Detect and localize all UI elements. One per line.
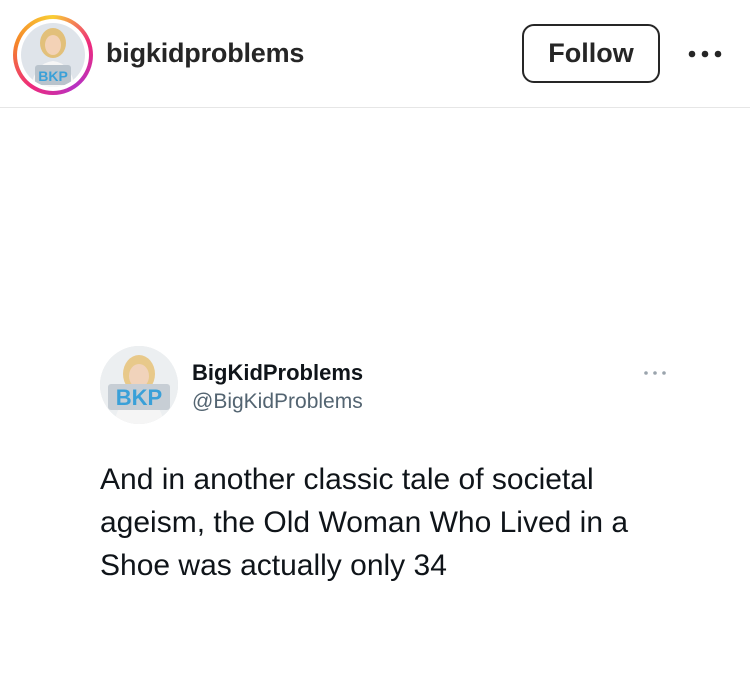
more-options-button[interactable] [685, 34, 725, 74]
tweet-avatar-illustration: BKP [100, 346, 178, 424]
tweet-more-icon [643, 363, 667, 377]
avatar-logo-text: BKP [38, 68, 68, 84]
tweet-text: And in another classic tale of societal … [100, 463, 629, 582]
story-ring[interactable]: BKP [13, 15, 93, 95]
avatar-illustration: BKP [21, 23, 85, 87]
follow-button[interactable]: Follow [522, 24, 660, 83]
more-horizontal-icon [644, 371, 666, 375]
post-header: BKP bigkidproblems Follow [0, 0, 750, 108]
tweet-screenshot: BKP BigKidProblems @BigKidProblems And i… [0, 108, 750, 674]
avatar[interactable]: BKP [21, 23, 85, 87]
tweet-avatar-logo-text: BKP [116, 385, 162, 410]
tweet-avatar: BKP [100, 346, 178, 424]
avatar-frame: BKP [17, 19, 89, 91]
username[interactable]: bigkidproblems [106, 38, 304, 69]
tweet-handle: @BigKidProblems [192, 390, 363, 413]
more-horizontal-icon [688, 50, 722, 58]
tweet-display-name: BigKidProblems [192, 360, 364, 385]
